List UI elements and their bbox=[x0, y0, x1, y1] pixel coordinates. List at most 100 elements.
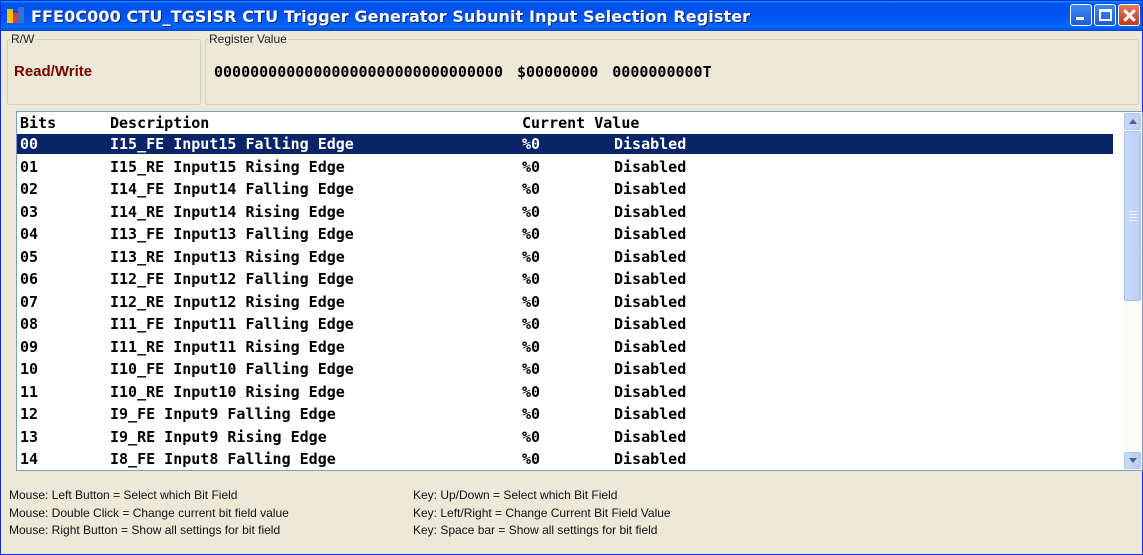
table-row[interactable]: 13 I9_RE Input9 Rising Edge %0 Disabled bbox=[17, 427, 1113, 447]
close-button[interactable] bbox=[1118, 4, 1140, 26]
rw-group: R/W Read/Write bbox=[7, 32, 201, 105]
row-current-value: %0 bbox=[522, 450, 541, 468]
key-help: Key: Up/Down = Select which Bit Field Ke… bbox=[413, 487, 671, 540]
row-value-state: Disabled bbox=[614, 202, 687, 221]
row-bits: 02 bbox=[20, 180, 39, 198]
row-description: I13_RE Input13 Rising Edge bbox=[110, 247, 345, 266]
row-description: I15_FE Input15 Falling Edge bbox=[110, 135, 354, 153]
row-current-value: %0 bbox=[522, 360, 541, 378]
row-bits: 05 bbox=[20, 247, 39, 266]
table-row[interactable]: 07 I12_RE Input12 Rising Edge %0 Disabled bbox=[17, 292, 1113, 312]
register-binary-value: 00000000000000000000000000000000 bbox=[214, 63, 503, 81]
row-bits: 09 bbox=[20, 337, 39, 356]
row-bits: 00 bbox=[20, 135, 39, 153]
register-value-group: Register Value 0000000000000000000000000… bbox=[205, 32, 1139, 105]
row-current-value: %0 bbox=[522, 202, 541, 221]
table-row[interactable]: 10 I10_FE Input10 Falling Edge %0 Disabled bbox=[17, 359, 1113, 379]
table-row[interactable]: 14 I8_FE Input8 Falling Edge %0 Disabled bbox=[17, 449, 1113, 469]
row-value-state: Disabled bbox=[614, 292, 687, 311]
row-bits: 03 bbox=[20, 202, 39, 221]
row-current-value: %0 bbox=[522, 405, 541, 423]
row-current-value: %0 bbox=[522, 292, 541, 311]
row-description: I10_RE Input10 Rising Edge bbox=[110, 382, 345, 401]
row-description: I11_RE Input11 Rising Edge bbox=[110, 337, 345, 356]
help-line: Mouse: Left Button = Select which Bit Fi… bbox=[9, 488, 238, 502]
row-value-state: Disabled bbox=[614, 337, 687, 356]
row-current-value: %0 bbox=[522, 337, 541, 356]
row-bits: 01 bbox=[20, 157, 39, 176]
scroll-up-button[interactable] bbox=[1124, 113, 1141, 130]
row-bits: 14 bbox=[20, 450, 39, 468]
row-value-state: Disabled bbox=[614, 225, 687, 243]
table-row[interactable]: 09 I11_RE Input11 Rising Edge %0 Disabled bbox=[17, 337, 1113, 357]
row-bits: 04 bbox=[20, 225, 39, 243]
row-description: I13_FE Input13 Falling Edge bbox=[110, 225, 354, 243]
row-description: I12_RE Input12 Rising Edge bbox=[110, 292, 345, 311]
register-hex-value: $00000000 bbox=[516, 63, 599, 81]
register-decimal-value: 0000000000T bbox=[612, 63, 712, 81]
row-current-value: %0 bbox=[522, 247, 541, 266]
table-row[interactable]: 05 I13_RE Input13 Rising Edge %0 Disabled bbox=[17, 247, 1113, 267]
chevron-down-icon bbox=[1129, 458, 1137, 463]
help-line: Key: Left/Right = Change Current Bit Fie… bbox=[413, 505, 671, 520]
table-row[interactable]: 06 I12_FE Input12 Falling Edge %0 Disabled bbox=[17, 269, 1113, 289]
header-bits: Bits bbox=[20, 114, 57, 132]
window-title: FFE0C000 CTU_TGSISR CTU Trigger Generato… bbox=[31, 6, 751, 26]
help-line: Mouse: Right Button = Show all settings … bbox=[9, 523, 281, 537]
rw-value: Read/Write bbox=[14, 63, 93, 80]
list-header: Bits Description Current Value bbox=[17, 114, 1114, 134]
header-current-value: Current Value bbox=[522, 114, 640, 132]
row-bits: 11 bbox=[20, 382, 39, 401]
rw-legend: R/W bbox=[11, 32, 35, 46]
row-bits: 10 bbox=[20, 360, 39, 378]
row-value-state: Disabled bbox=[614, 270, 687, 288]
table-row[interactable]: 03 I14_RE Input14 Rising Edge %0 Disabled bbox=[17, 202, 1113, 222]
row-value-state: Disabled bbox=[614, 247, 687, 266]
table-row[interactable]: 11 I10_RE Input10 Rising Edge %0 Disabled bbox=[17, 382, 1113, 402]
row-current-value: %0 bbox=[522, 270, 541, 288]
row-value-state: Disabled bbox=[614, 450, 687, 468]
table-row[interactable]: 01 I15_RE Input15 Rising Edge %0 Disabled bbox=[17, 157, 1113, 177]
table-row[interactable]: 00 I15_FE Input15 Falling Edge %0 Disabled bbox=[17, 133, 1114, 155]
row-value-state: Disabled bbox=[614, 180, 687, 198]
row-description: I9_RE Input9 Rising Edge bbox=[110, 427, 327, 446]
row-description: I11_FE Input11 Falling Edge bbox=[110, 315, 354, 333]
row-current-value: %0 bbox=[522, 427, 541, 446]
vertical-scrollbar[interactable] bbox=[1123, 112, 1142, 470]
row-current-value: %0 bbox=[522, 180, 541, 198]
bitfield-list[interactable]: Bits Description Current Value 00 I15_FE … bbox=[16, 111, 1143, 471]
row-current-value: %0 bbox=[522, 225, 541, 243]
row-bits: 13 bbox=[20, 427, 39, 446]
row-value-state: Disabled bbox=[614, 382, 687, 401]
row-description: I12_FE Input12 Falling Edge bbox=[110, 270, 354, 288]
row-description: I15_RE Input15 Rising Edge bbox=[110, 157, 345, 176]
help-line: Key: Up/Down = Select which Bit Field bbox=[413, 488, 618, 502]
row-bits: 08 bbox=[20, 315, 39, 333]
help-line: Mouse: Double Click = Change current bit… bbox=[9, 505, 289, 520]
row-bits: 12 bbox=[20, 405, 39, 423]
row-value-state: Disabled bbox=[614, 360, 687, 378]
help-line: Key: Space bar = Show all settings for b… bbox=[413, 523, 658, 537]
mouse-help: Mouse: Left Button = Select which Bit Fi… bbox=[9, 487, 289, 540]
register-app-icon bbox=[7, 7, 25, 25]
row-description: I14_RE Input14 Rising Edge bbox=[110, 202, 345, 221]
title-bar[interactable]: FFE0C000 CTU_TGSISR CTU Trigger Generato… bbox=[1, 1, 1142, 31]
row-value-state: Disabled bbox=[614, 157, 687, 176]
minimize-button[interactable] bbox=[1070, 4, 1092, 26]
maximize-icon bbox=[1099, 9, 1112, 21]
row-description: I14_FE Input14 Falling Edge bbox=[110, 180, 354, 198]
chevron-up-icon bbox=[1129, 119, 1137, 124]
row-current-value: %0 bbox=[522, 135, 541, 153]
row-bits: 06 bbox=[20, 270, 39, 288]
table-row[interactable]: 12 I9_FE Input9 Falling Edge %0 Disabled bbox=[17, 404, 1113, 424]
row-value-state: Disabled bbox=[614, 315, 687, 333]
maximize-button[interactable] bbox=[1094, 4, 1116, 26]
table-row[interactable]: 08 I11_FE Input11 Falling Edge %0 Disabled bbox=[17, 314, 1113, 334]
row-bits: 07 bbox=[20, 292, 39, 311]
table-row[interactable]: 02 I14_FE Input14 Falling Edge %0 Disabled bbox=[17, 179, 1113, 199]
table-row[interactable]: 04 I13_FE Input13 Falling Edge %0 Disabled bbox=[17, 224, 1113, 244]
row-description: I8_FE Input8 Falling Edge bbox=[110, 450, 336, 468]
register-window: FFE0C000 CTU_TGSISR CTU Trigger Generato… bbox=[0, 0, 1143, 555]
scroll-thumb[interactable] bbox=[1124, 131, 1141, 301]
scroll-down-button[interactable] bbox=[1124, 452, 1141, 469]
